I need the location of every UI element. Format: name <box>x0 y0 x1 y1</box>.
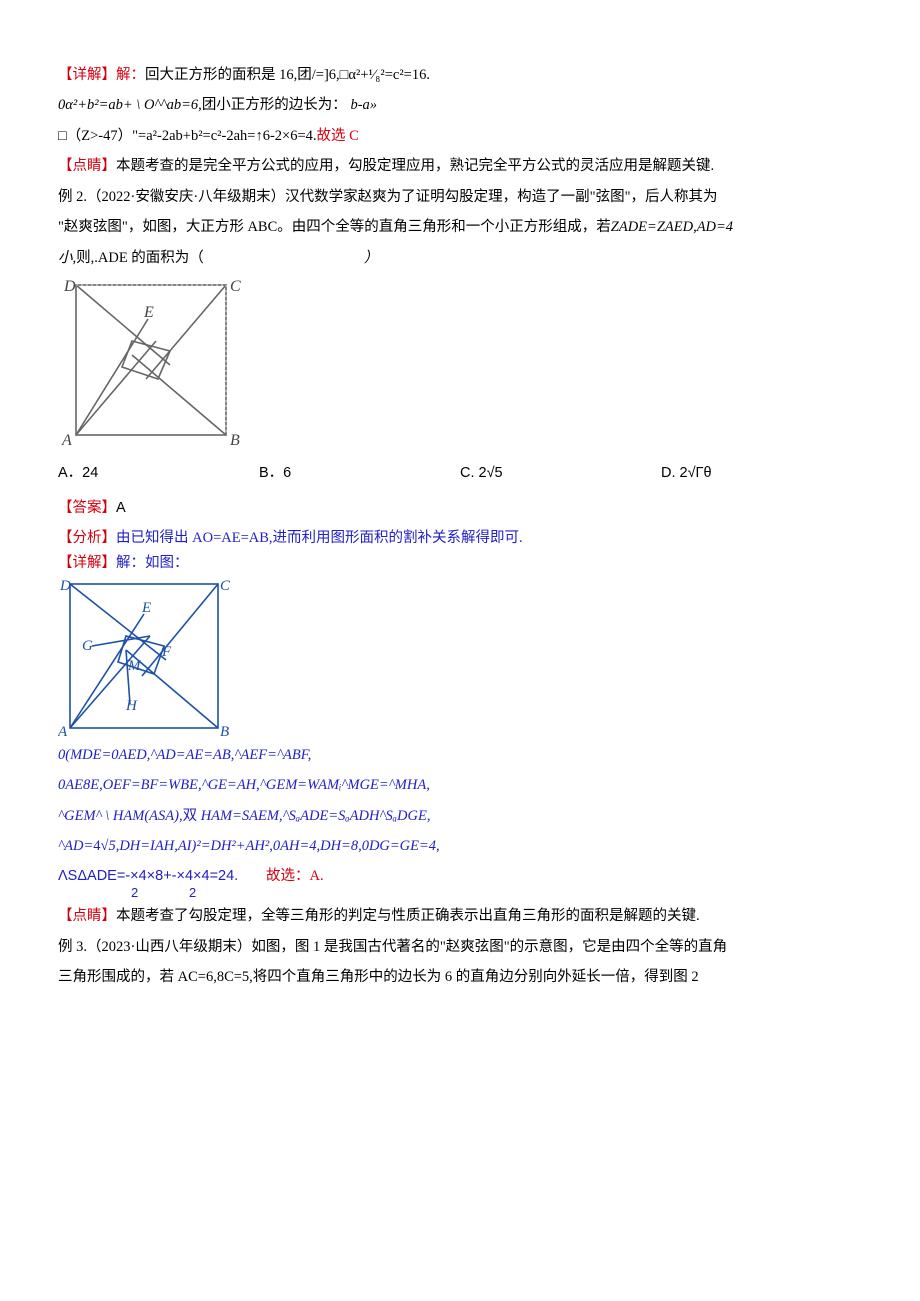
text: 回大正方形的面积是 16,团/=]6,□α²+¹⁄₈²=c²=16. <box>145 67 430 83</box>
text: 故选 C <box>317 128 359 144</box>
text: 0α²+b²=ab+ \ O^^ab=6, <box>58 97 202 113</box>
svg-text:D: D <box>63 278 76 295</box>
text: 由已知得出 AO=AE=AB,进而利用图形面积的割补关系解得即可. <box>116 530 523 546</box>
option-b: B．6 <box>259 458 460 488</box>
svg-text:B: B <box>230 432 240 449</box>
text: ^AD= <box>58 838 93 854</box>
svg-text:E: E <box>141 600 151 616</box>
fraction-den: 2 <box>189 879 196 906</box>
text: 故选：A. <box>266 861 324 891</box>
svg-text:D: D <box>59 578 71 594</box>
text: ΛSΔADE=-×4×8+-×4×4=24. <box>58 861 238 891</box>
text: 三角形围成的，若 AC=6,8C=5,将四个直角三角形中的边长为 6 的直角边分… <box>58 969 699 985</box>
answer-label: 【答案】 <box>58 500 116 516</box>
comment-label: 【点睛】 <box>58 158 116 174</box>
text: 0AH=4,DH=8,0DG=GE=4, <box>273 838 440 854</box>
text: 0(MDE=0AED,^AD=AE=AB,^AEF=^ABF, <box>58 740 862 770</box>
svg-text:A: A <box>61 432 72 449</box>
option-a: A．24 <box>58 458 259 488</box>
text: ^GEM^ \ HAM(ASA), <box>58 808 183 824</box>
fraction-den: 2 <box>131 879 138 906</box>
svg-text:B: B <box>220 724 229 738</box>
svg-text:H: H <box>125 698 138 714</box>
text: 例 3.（2023·山西八年级期末）如图，图 1 是我国古代著名的"赵爽弦图"的… <box>58 939 727 955</box>
text: □（Z>-47）"=a²-2ab+b²=c²-2ah=↑6-2×6=4. <box>58 128 317 144</box>
text: 解：如图： <box>116 555 189 571</box>
svg-text:A: A <box>58 724 68 738</box>
text: 则,.ADE 的面积为（ <box>76 250 204 266</box>
text: 0AE8E,OEF=BF=WBE,^GE=AH,^GEM=WAMᵢ^MGE=^M… <box>58 770 862 800</box>
svg-text:E: E <box>143 304 154 321</box>
option-c: C. 2√5 <box>460 458 661 488</box>
figure-square-efgh: D C A B E G F M H <box>58 578 862 738</box>
text: ZADE=ZAED,AD=4 <box>611 219 733 235</box>
svg-text:C: C <box>220 578 231 594</box>
text: HAM=SAEM,^SₐADE=SₐADH^SₐDGE, <box>201 808 431 824</box>
detail-label: 【详解】 <box>58 555 116 571</box>
text: "赵爽弦图"，如图，大正方形 ABC。由四个全等的直角三角形和一个小正方形组成，… <box>58 219 611 235</box>
options-row: A．24 B．6 C. 2√5 D. 2√Γθ <box>58 458 862 488</box>
svg-text:F: F <box>161 644 172 660</box>
svg-text:C: C <box>230 278 241 295</box>
text: 本题考查的是完全平方公式的应用，勾股定理应用，熟记完全平方公式的灵活应用是解题关… <box>116 158 714 174</box>
text: ） <box>364 250 379 266</box>
text: √5,DH=IAH,AI)²=DH²+AH² <box>100 838 269 854</box>
svg-text:M: M <box>127 658 142 674</box>
comment-label: 【点睛】 <box>58 908 116 924</box>
answer-value: A <box>116 500 126 516</box>
detail-label: 【详解】解： <box>58 67 145 83</box>
option-d: D. 2√Γθ <box>661 458 862 488</box>
text: 团小正方形的边长为： <box>202 97 347 113</box>
svg-text:G: G <box>82 638 93 654</box>
analysis-label: 【分析】 <box>58 530 116 546</box>
figure-square-abcd: D C A B E <box>58 277 862 452</box>
text: 双 <box>183 808 198 824</box>
text: b-a» <box>350 97 377 113</box>
text: 本题考查了勾股定理，全等三角形的判定与性质正确表示出直角三角形的面积是解题的关键… <box>116 908 700 924</box>
text: 例 2.（2022·安徽安庆·八年级期末）汉代数学家赵爽为了证明勾股定理，构造了… <box>58 189 718 205</box>
text: 小, <box>58 250 76 266</box>
